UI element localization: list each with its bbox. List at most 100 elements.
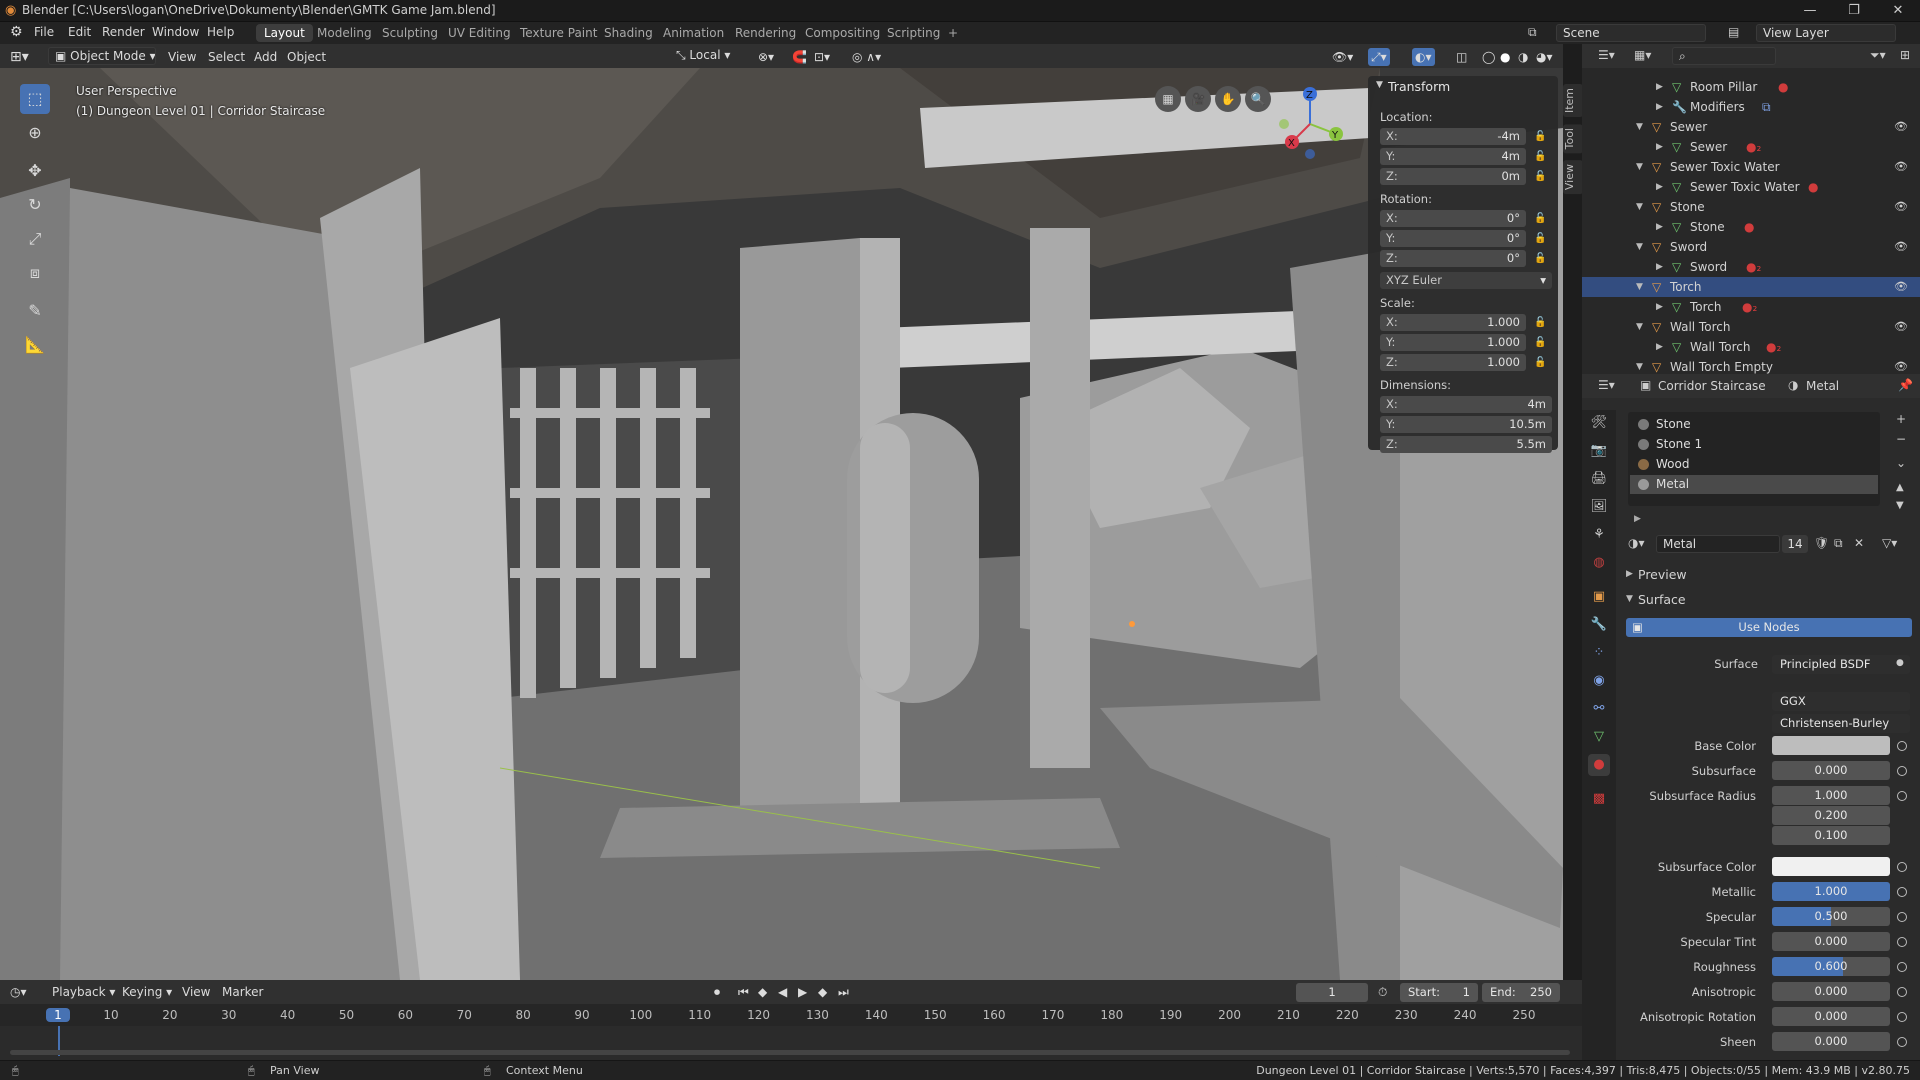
view-object-types-icon[interactable]: 👁▾ <box>1332 48 1353 66</box>
material-browse-icon[interactable]: ◑▾ <box>1628 536 1645 550</box>
world-tab-icon[interactable]: ◍ <box>1588 552 1610 574</box>
bsdf-field-value[interactable]: 1.000 <box>1772 882 1890 901</box>
rendered-shading-icon[interactable]: ◕▾ <box>1536 48 1553 66</box>
record-icon[interactable]: ⏺ <box>714 983 720 1001</box>
material-slot[interactable]: Stone <box>1630 415 1878 434</box>
tab-compositing[interactable]: Compositing <box>797 24 888 42</box>
scene-tab-icon[interactable]: ⚘ <box>1588 524 1610 546</box>
expand-triangle-icon[interactable]: ▶ <box>1634 514 1641 524</box>
scale-x-field[interactable]: X: 1.000 <box>1380 314 1526 331</box>
material-users-count[interactable]: 14 <box>1782 535 1808 553</box>
move-icon[interactable]: ✥ <box>20 156 50 186</box>
location-x-field[interactable]: X: -4m <box>1380 128 1526 145</box>
menu-view[interactable]: View <box>182 983 210 1001</box>
tab-texture-paint[interactable]: Texture Paint <box>512 24 605 42</box>
transform-icon[interactable]: ⧈ <box>20 258 50 288</box>
outliner-editor-icon[interactable]: ☰▾ <box>1598 48 1615 62</box>
tool-tab-icon[interactable]: 🛠 <box>1588 412 1610 434</box>
outliner-row[interactable]: ▶ ▽ Sewer ●₂ <box>1582 137 1920 157</box>
slot-specials-icon[interactable]: ⌄ <box>1896 456 1906 470</box>
render-tab-icon[interactable]: 📷 <box>1588 440 1610 462</box>
tab-scripting[interactable]: Scripting <box>879 24 948 42</box>
link-socket-icon[interactable] <box>1897 791 1907 801</box>
properties-editor-icon[interactable]: ☰▾ <box>1598 378 1615 392</box>
physics-tab-icon[interactable]: ◉ <box>1588 670 1610 692</box>
proportional-edit-icon[interactable]: ◎ ∧▾ <box>852 48 881 66</box>
collapse-triangle-icon[interactable]: ▶ <box>1626 569 1633 579</box>
menu-edit[interactable]: Edit <box>68 25 91 39</box>
output-tab-icon[interactable]: 🖨 <box>1588 468 1610 490</box>
menu-object[interactable]: Object <box>287 48 326 66</box>
link-socket-icon[interactable] <box>1897 862 1907 872</box>
menu-file[interactable]: File <box>34 25 54 39</box>
object-tab-icon[interactable]: ▣ <box>1588 586 1610 608</box>
bsdf-field-value[interactable]: 0.000 <box>1772 1007 1890 1026</box>
jump-start-icon[interactable]: ⏮ <box>738 983 749 1001</box>
dimensions-y-field[interactable]: Y: 10.5m <box>1380 416 1552 433</box>
outliner-row-selected[interactable]: ▼ ▽ Torch 👁 <box>1582 277 1920 297</box>
outliner-row[interactable]: ▶ ▽ Sword ●₂ <box>1582 257 1920 277</box>
snap-icon[interactable]: 🧲 <box>792 48 807 66</box>
tab-uv-editing[interactable]: UV Editing <box>440 24 519 42</box>
pivot-icon[interactable]: ⊗▾ <box>758 48 774 66</box>
bsdf-field-value[interactable]: 0.000 <box>1772 932 1890 951</box>
link-socket-icon[interactable] <box>1897 987 1907 997</box>
material-slot[interactable]: Stone 1 <box>1630 435 1878 454</box>
lock-icon[interactable]: 🔓 <box>1534 317 1546 329</box>
menu-add[interactable]: Add <box>254 48 277 66</box>
sidebar-tab-item[interactable]: Item <box>1563 84 1583 118</box>
prev-keyframe-icon[interactable]: ◆ <box>758 983 767 1001</box>
filter-icon[interactable]: ⏷▾ <box>1870 48 1886 63</box>
bsdf-field-value[interactable]: 0.600 <box>1772 957 1890 976</box>
scale-icon[interactable]: ⤢ <box>20 224 50 254</box>
outliner-row[interactable]: ▼ ▽ Wall Torch 👁 <box>1582 317 1920 337</box>
outliner-row[interactable]: ▶ ▽ Wall Torch ●₂ <box>1582 337 1920 357</box>
sidebar-tab-tool[interactable]: Tool <box>1563 124 1583 154</box>
rotation-x-field[interactable]: X: 0° <box>1380 210 1526 227</box>
preview-panel-title[interactable]: Preview <box>1638 567 1687 582</box>
blender-menu-icon[interactable]: ⚙ <box>10 24 23 40</box>
move-up-icon[interactable]: ▲ <box>1896 482 1904 493</box>
3d-viewport[interactable]: ⬚ ⊕ ✥ ↻ ⤢ ⧈ ✎ 📐 User Perspective (1) Dun… <box>0 68 1563 980</box>
annotate-icon[interactable]: ✎ <box>20 296 50 326</box>
bsdf-field-value[interactable]: 0.000 <box>1772 982 1890 1001</box>
eye-icon[interactable]: 👁 <box>1894 197 1908 217</box>
outliner-row[interactable]: ▶ ▽ Torch ●₂ <box>1582 297 1920 317</box>
view-layer-tab-icon[interactable]: 🖼 <box>1588 496 1610 518</box>
close-button[interactable]: ✕ <box>1876 0 1920 22</box>
wireframe-shading-icon[interactable]: ◯ <box>1482 48 1495 66</box>
tab-modeling[interactable]: Modeling <box>309 24 380 42</box>
current-frame-field[interactable]: 1 <box>1296 983 1368 1002</box>
menu-marker[interactable]: Marker <box>222 983 263 1001</box>
surface-panel-title[interactable]: Surface <box>1638 592 1686 607</box>
lock-icon[interactable]: 🔓 <box>1534 213 1546 225</box>
ortho-toggle-icon[interactable]: ▦ <box>1155 86 1181 112</box>
bsdf-field-value[interactable] <box>1772 857 1890 876</box>
rotate-icon[interactable]: ↻ <box>20 190 50 220</box>
editor-type-icon[interactable]: ⊞▾ <box>10 48 29 66</box>
camera-view-icon[interactable]: 🎥 <box>1185 86 1211 112</box>
transform-orientation-selector[interactable]: ⤡ Local ▾ <box>670 47 748 65</box>
eye-icon[interactable]: 👁 <box>1894 157 1908 177</box>
unlink-material-icon[interactable]: ✕ <box>1854 536 1864 550</box>
lock-icon[interactable]: 🔓 <box>1534 337 1546 349</box>
clock-icon[interactable]: ⏱ <box>1378 983 1387 1001</box>
link-dot-icon[interactable]: ● <box>1896 658 1904 668</box>
rotation-z-field[interactable]: Z: 0° <box>1380 250 1526 267</box>
select-box-icon[interactable]: ⬚ <box>20 84 50 114</box>
add-slot-icon[interactable]: + <box>1896 412 1906 426</box>
eye-icon[interactable]: 👁 <box>1894 117 1908 137</box>
tab-shading[interactable]: Shading <box>596 24 661 42</box>
outliner-row[interactable]: ▶ ▽ Room Pillar ● <box>1582 77 1920 97</box>
outliner-search-input[interactable]: ⌕ <box>1672 47 1776 65</box>
object-data-tab-icon[interactable]: ▽ <box>1588 726 1610 748</box>
outliner-row[interactable]: ▼ ▽ Stone 👁 <box>1582 197 1920 217</box>
timeline-scrollbar[interactable] <box>10 1050 1570 1055</box>
link-socket-icon[interactable] <box>1897 766 1907 776</box>
link-socket-icon[interactable] <box>1897 912 1907 922</box>
constraints-tab-icon[interactable]: ⚯ <box>1588 698 1610 720</box>
duplicate-material-icon[interactable]: ⧉ <box>1834 536 1843 551</box>
context-object[interactable]: Corridor Staircase <box>1658 379 1766 393</box>
collapse-triangle-icon[interactable]: ▼ <box>1626 594 1633 604</box>
eye-icon[interactable]: 👁 <box>1894 357 1908 374</box>
